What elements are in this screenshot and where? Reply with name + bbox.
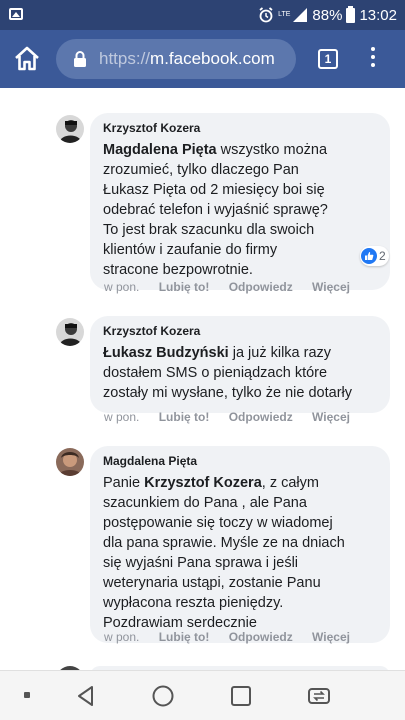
comment-actions: w pon. Lubię to! Odpowiedz Więcej <box>104 630 366 644</box>
comment-author[interactable]: Krzysztof Kozera <box>103 324 377 339</box>
comment-time[interactable]: w pon. <box>104 630 139 644</box>
comment-actions: w pon. Lubię to! Odpowiedz Więcej <box>104 280 366 294</box>
menu-icon[interactable] <box>366 47 380 71</box>
comment-time[interactable]: w pon. <box>104 410 139 424</box>
comment-author[interactable]: Krzysztof Kozera <box>103 121 377 136</box>
avatar[interactable] <box>56 115 84 143</box>
home-circle-icon[interactable] <box>151 684 175 708</box>
url-scheme: https:// <box>99 49 151 68</box>
like-button[interactable]: Lubię to! <box>159 630 210 644</box>
browser-toolbar: https://m.facebook.com 1 <box>0 30 405 88</box>
alarm-icon <box>259 7 273 23</box>
back-icon[interactable] <box>74 684 98 708</box>
more-button[interactable]: Więcej <box>312 410 350 424</box>
reaction-summary[interactable]: 2 <box>360 246 389 266</box>
lock-icon <box>74 51 86 67</box>
more-button[interactable]: Więcej <box>312 280 350 294</box>
battery-percent: 88% <box>312 6 343 24</box>
comment-text: Magdalena Pięta wszystko można zrozumieć… <box>103 142 328 278</box>
mention-link[interactable]: Krzysztof Kozera <box>144 475 262 491</box>
dot-indicator <box>24 692 30 698</box>
avatar[interactable] <box>56 448 84 476</box>
screen-switch-icon[interactable] <box>306 684 332 708</box>
reply-button[interactable]: Odpowiedz <box>229 280 293 294</box>
more-button[interactable]: Więcej <box>312 630 350 644</box>
gallery-icon <box>9 8 23 20</box>
like-button[interactable]: Lubię to! <box>159 280 210 294</box>
reaction-count: 2 <box>379 249 386 263</box>
comment-bubble: Magdalena Pięta Panie Krzysztof Kozera, … <box>90 446 390 643</box>
system-navigation-bar <box>0 670 405 720</box>
clock: 13:02 <box>359 6 397 24</box>
lte-signal-icon <box>293 8 308 22</box>
status-indicators: LTE 88% 13:02 <box>258 5 397 25</box>
network-type: LTE <box>278 11 291 18</box>
battery-icon <box>346 5 356 23</box>
comment-author[interactable]: Magdalena Pięta <box>103 454 377 469</box>
avatar[interactable] <box>56 318 84 346</box>
mention-link[interactable]: Magdalena Pięta <box>103 142 217 158</box>
like-icon <box>361 248 377 264</box>
recents-icon[interactable] <box>229 684 253 708</box>
comments-thread: Krzysztof Kozera Magdalena Pięta wszystk… <box>0 88 405 670</box>
mention-link[interactable]: Łukasz Budzyński <box>103 345 229 361</box>
status-bar: LTE 88% 13:02 <box>0 0 405 30</box>
comment-actions: w pon. Lubię to! Odpowiedz Więcej <box>104 410 366 424</box>
comment-text: Łukasz Budzyński ja już kilka razy dosta… <box>103 345 353 401</box>
comment-bubble: Krzysztof Kozera Magdalena Pięta wszystk… <box>90 113 390 290</box>
address-bar[interactable]: https://m.facebook.com <box>56 39 296 79</box>
comment-bubble: Krzysztof Kozera Łukasz Budzyński ja już… <box>90 316 390 413</box>
comment-text: Panie Krzysztof Kozera, z całym szacunki… <box>103 475 345 631</box>
tabs-icon[interactable]: 1 <box>318 49 338 69</box>
like-button[interactable]: Lubię to! <box>159 410 210 424</box>
url-domain: m.facebook.com <box>150 49 275 68</box>
comment-time[interactable]: w pon. <box>104 280 139 294</box>
home-icon[interactable] <box>12 44 42 74</box>
reply-button[interactable]: Odpowiedz <box>229 630 293 644</box>
reply-button[interactable]: Odpowiedz <box>229 410 293 424</box>
